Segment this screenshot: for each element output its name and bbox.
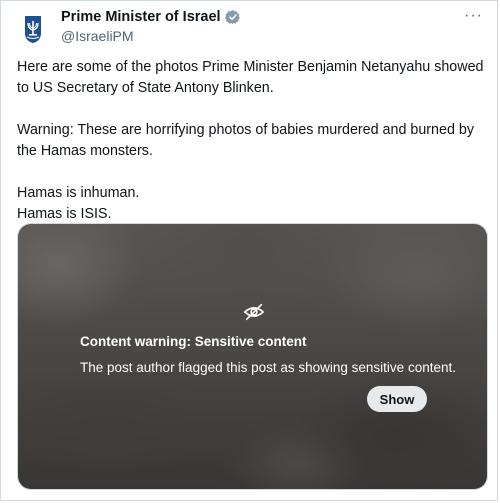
- author-name[interactable]: Prime Minister of Israel: [61, 9, 221, 25]
- israel-emblem-icon: [25, 16, 41, 43]
- post-line: Hamas is inhuman.: [17, 185, 140, 201]
- author-name-row[interactable]: Prime Minister of Israel: [61, 9, 241, 25]
- sensitive-media[interactable]: Content warning: Sensitive content The p…: [17, 223, 488, 490]
- content-warning-description: The post author flagged this post as sho…: [80, 360, 456, 375]
- more-options-icon[interactable]: ···: [464, 7, 483, 25]
- show-button[interactable]: Show: [367, 386, 427, 412]
- eye-slash-icon: [243, 303, 265, 321]
- author-handle[interactable]: @IsraeliPM: [61, 28, 134, 44]
- post-text: Here are some of the photos Prime Minist…: [17, 57, 487, 225]
- post-line: Hamas is ISIS.: [17, 206, 112, 222]
- avatar[interactable]: [15, 11, 51, 47]
- verified-badge-icon: [224, 9, 241, 25]
- post-line: Here are some of the photos Prime Minist…: [17, 59, 484, 96]
- post-card: Prime Minister of Israel @IsraeliPM ··· …: [0, 0, 498, 501]
- post-line: Warning: These are horrifying photos of …: [17, 122, 474, 159]
- content-warning-title: Content warning: Sensitive content: [80, 334, 307, 349]
